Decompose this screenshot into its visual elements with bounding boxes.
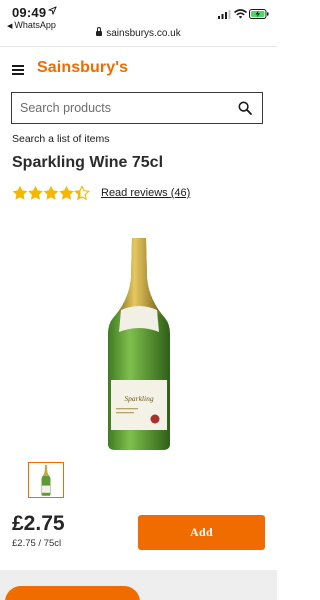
bottom-action-pill[interactable] [5,586,140,600]
wifi-icon [234,9,247,19]
site-header: Sainsbury's [0,47,277,91]
star-rating [12,185,90,200]
battery-charging-icon [249,9,269,19]
url-text: sainsburys.co.uk [106,28,181,39]
search-icon[interactable] [238,101,252,115]
product-title: Sparkling Wine 75cl [12,154,164,171]
bottom-banner [0,570,277,600]
unit-price: £2.75 / 75cl [12,538,62,549]
lock-icon [96,27,103,36]
search-input[interactable] [20,93,230,123]
address-bar[interactable]: sainsburys.co.uk [0,27,277,39]
product-price: £2.75 [12,512,65,535]
star-icon [28,186,43,200]
location-arrow-icon [48,6,57,15]
search-list-link[interactable]: Search a list of items [12,133,109,145]
sainsburys-logo[interactable]: Sainsbury's [37,59,128,77]
star-icon [59,186,74,200]
star-icon [12,186,28,200]
star-icon [43,186,59,200]
wine-bottle-thumbnail-image [41,465,51,496]
signal-icon [218,10,231,19]
svg-text:Sparkling: Sparkling [124,394,153,403]
search-bar [11,92,263,124]
add-to-trolley-button[interactable]: Add [138,515,265,550]
status-bar: 09:49 ◀ WhatsApp sainsburys.co.uk [0,0,277,46]
clock: 09:49 [12,5,47,20]
hamburger-menu-icon[interactable] [12,65,24,75]
star-icon [74,185,90,200]
read-reviews-link[interactable]: Read reviews (46) [101,187,190,199]
wine-bottle-image[interactable]: Sparkling [103,238,175,452]
product-thumbnail[interactable] [28,462,64,498]
